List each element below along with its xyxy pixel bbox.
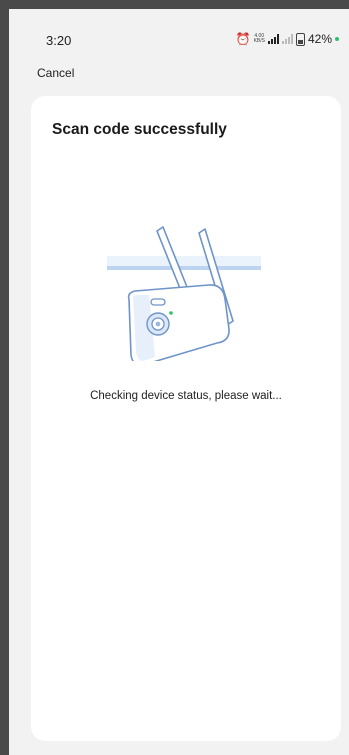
phone-screen: 3:20 ⏰ 4.00 KB/S 42% Cancel Scan code su…	[9, 9, 349, 755]
status-icons: ⏰ 4.00 KB/S 42%	[236, 32, 339, 46]
alarm-clock-icon: ⏰	[235, 32, 251, 46]
camera-illustration	[107, 226, 261, 361]
cancel-button[interactable]: Cancel	[37, 66, 74, 80]
privacy-indicator-dot	[335, 37, 339, 41]
page-title: Scan code successfully	[52, 121, 227, 138]
battery-percent: 42%	[307, 32, 332, 46]
status-time: 3:20	[46, 33, 72, 48]
status-bar: 3:20 ⏰ 4.00 KB/S 42%	[9, 9, 349, 59]
battery-icon	[295, 32, 305, 46]
network-speed: 4.00 KB/S	[253, 33, 265, 44]
scan-result-card: Scan code successfully Checking device s…	[31, 96, 341, 741]
status-message: Checking device status, please wait...	[90, 390, 282, 402]
signal-icon-secondary	[281, 34, 293, 44]
signal-icon	[267, 34, 279, 44]
